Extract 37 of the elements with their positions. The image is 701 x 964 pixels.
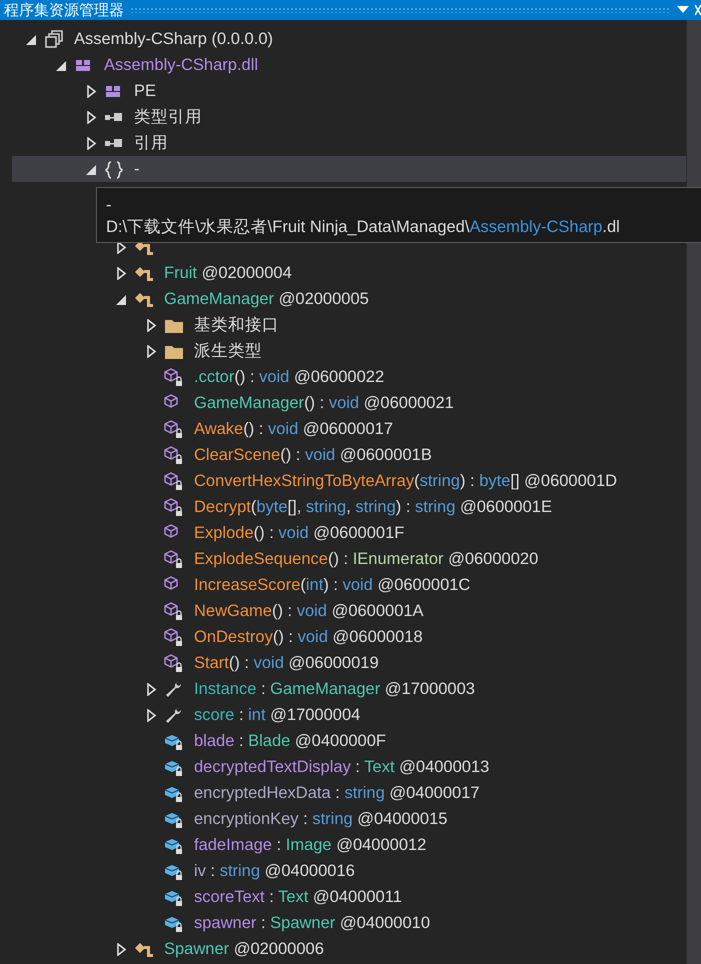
tree-item[interactable]: OnDestroy() : void @06000018: [194, 628, 423, 646]
tree-row-selected[interactable]: -: [12, 156, 686, 182]
tree-item[interactable]: NewGame() : void @0600001A: [194, 602, 424, 620]
tree-item[interactable]: Spawner @02000006: [164, 940, 324, 958]
tree-item[interactable]: iv : string @04000016: [194, 862, 355, 880]
tree-item[interactable]: decryptedTextDisplay : Text @04000013: [194, 758, 490, 776]
tree-item[interactable]: Fruit @02000004: [164, 264, 292, 282]
tree-item[interactable]: score : int @17000004: [194, 706, 360, 724]
tree-item[interactable]: GameManager() : void @06000021: [194, 394, 454, 412]
tree-item[interactable]: Start() : void @06000019: [194, 654, 379, 672]
tree-item[interactable]: IncreaseScore(int) : void @0600001C: [194, 576, 470, 594]
tree-item[interactable]: scoreText : Text @04000011: [194, 888, 402, 906]
tree-item[interactable]: 派生类型: [194, 340, 262, 362]
tree-item[interactable]: Assembly-CSharp.dll: [104, 56, 258, 74]
tree-item[interactable]: ConvertHexStringToByteArray(string) : byte[] @0600001D: [194, 472, 618, 490]
tree-item[interactable]: Explode() : void @0600001F: [194, 524, 404, 542]
tree-item[interactable]: 类型引用: [134, 106, 202, 128]
tree-item[interactable]: 基类和接口: [194, 314, 279, 336]
tooltip-text: -: [106, 195, 112, 216]
tree-item[interactable]: spawner : Spawner @04000010: [194, 914, 430, 932]
tree-item[interactable]: encryptedHexData : string @04000017: [194, 784, 480, 802]
tree-item[interactable]: Instance : GameManager @17000003: [194, 680, 475, 698]
tree-item[interactable]: .cctor() : void @06000022: [194, 368, 384, 386]
tooltip-text: D:\下载文件\水果忍者\Fruit Ninja_Data\Managed\Assembly-CSharp.dl: [106, 217, 621, 238]
tree-item[interactable]: fadeImage : Image @04000012: [194, 836, 426, 854]
tree-item[interactable]: Assembly-CSharp (0.0.0.0): [74, 30, 273, 48]
tree-item[interactable]: Awake() : void @06000017: [194, 420, 394, 438]
tree-item[interactable]: PE: [134, 82, 156, 100]
tree-item[interactable]: ClearScene() : void @0600001B: [194, 446, 432, 464]
tree-item[interactable]: ExplodeSequence() : IEnumerator @06000020: [194, 550, 538, 568]
tree-item[interactable]: -: [134, 160, 140, 178]
tree-item[interactable]: GameManager @02000005: [164, 290, 369, 308]
tree-item[interactable]: encryptionKey : string @04000015: [194, 810, 448, 828]
tree-item[interactable]: 引用: [134, 132, 168, 154]
window-title: 程序集资源管理器: [4, 0, 124, 20]
tree-item[interactable]: blade : Blade @0400000F: [194, 732, 386, 750]
tree-item[interactable]: Decrypt(byte[], string, string) : string @0600001E: [194, 498, 552, 516]
